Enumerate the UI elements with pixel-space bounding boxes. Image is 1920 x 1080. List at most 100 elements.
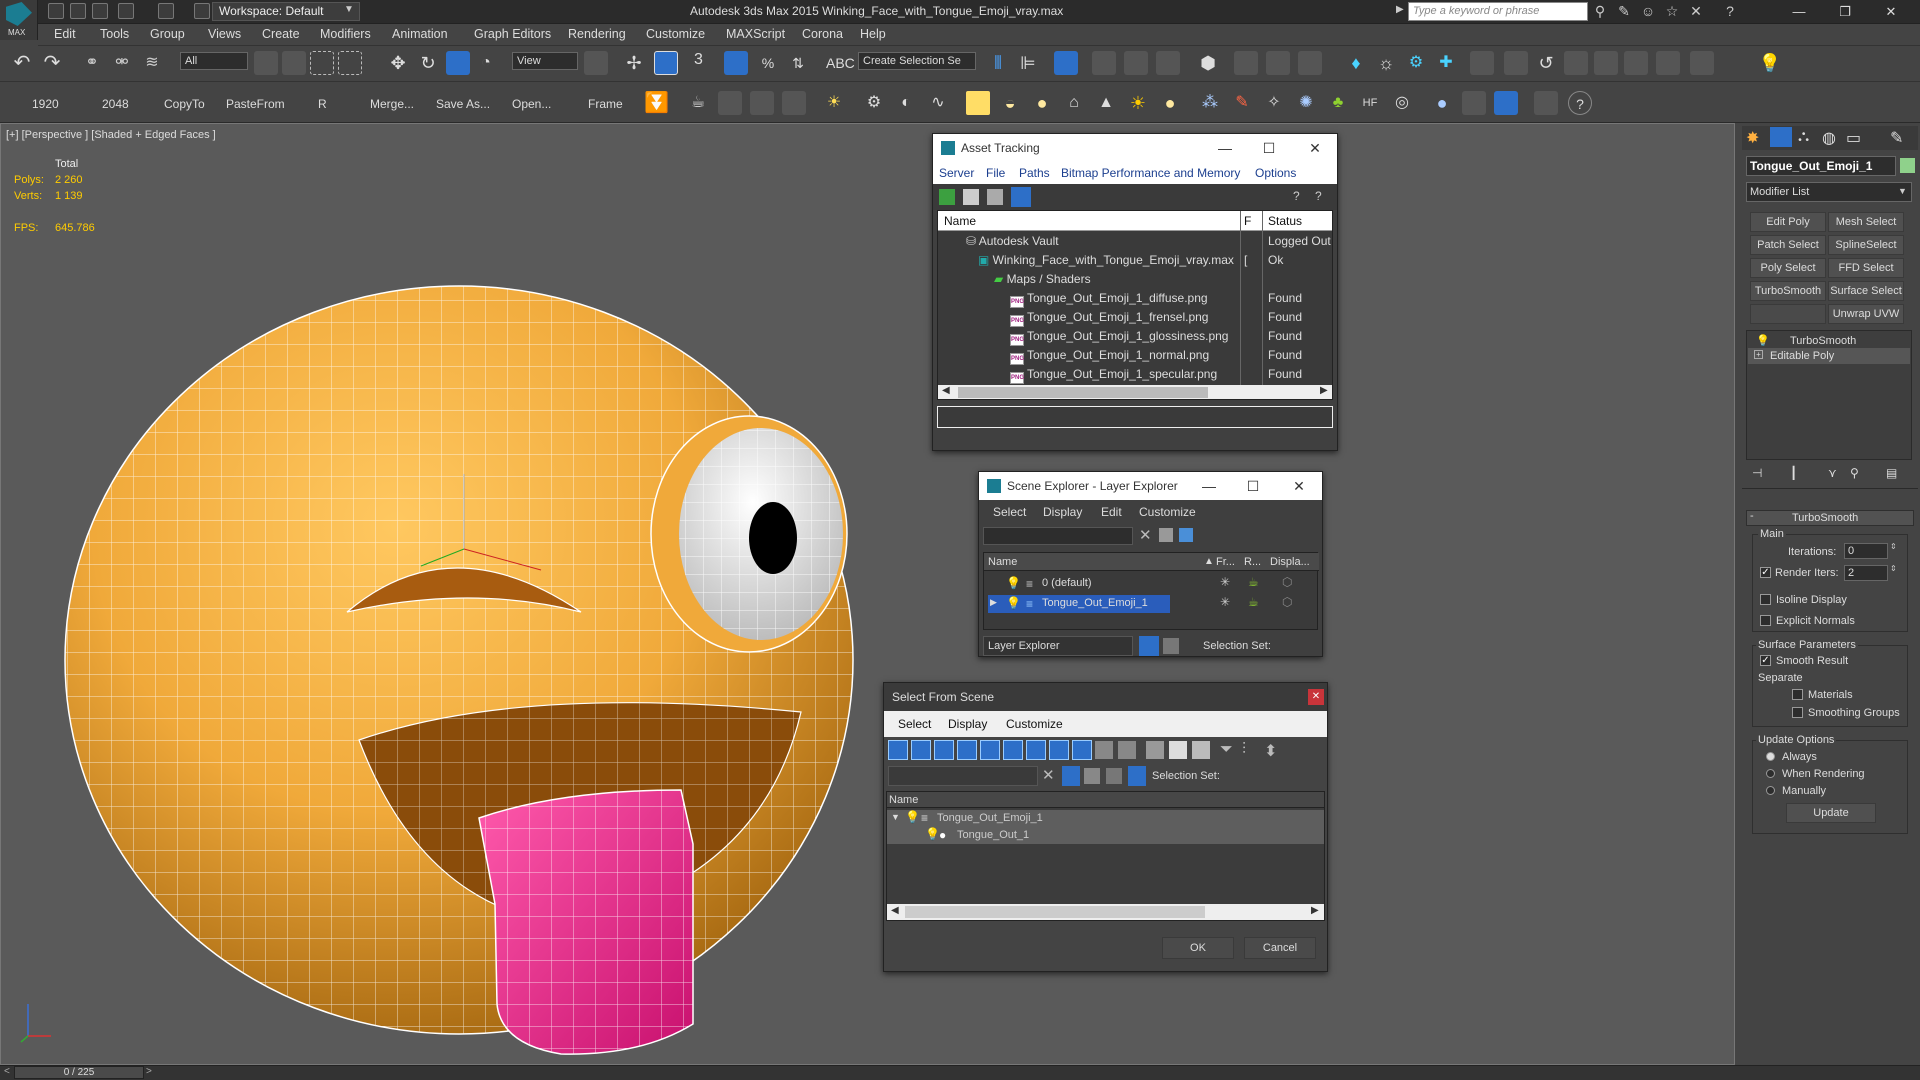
render-iters-spinner[interactable]: 2 — [1844, 565, 1888, 581]
refresh-icon[interactable] — [939, 189, 955, 205]
rect-selection-icon[interactable] — [310, 51, 334, 75]
frozen-filter-icon[interactable] — [1118, 741, 1136, 759]
redo-icon[interactable]: ↷ — [40, 51, 64, 75]
new-icon[interactable] — [48, 3, 64, 19]
frame-buffer-icon[interactable] — [1470, 51, 1494, 75]
unwrap-uvw-button[interactable]: Unwrap UVW — [1828, 304, 1904, 324]
emoji-face-model[interactable] — [64, 285, 854, 1035]
help-icon[interactable]: ? — [1293, 189, 1309, 205]
pivot-icon[interactable] — [584, 51, 608, 75]
horizontal-scrollbar[interactable]: ◀ ▶ — [887, 904, 1324, 920]
horizontal-scrollbar[interactable]: ◀ ▶ — [938, 385, 1332, 399]
select-manipulate-icon[interactable]: ✢ — [622, 51, 646, 75]
modifier-list-dropdown[interactable]: Modifier List — [1746, 182, 1912, 202]
viewport-label[interactable]: [+] [Perspective ] [Shaded + Edged Faces… — [6, 129, 216, 141]
preview-icon[interactable] — [1624, 51, 1648, 75]
menu-create[interactable]: Create — [262, 27, 300, 41]
pastefrom-button[interactable]: PasteFrom — [226, 97, 285, 111]
infinite-plane-icon[interactable]: ✺ — [1294, 91, 1318, 115]
maximize-button[interactable]: ☐ — [1247, 134, 1291, 162]
sun-light-icon[interactable]: ☀ — [1126, 91, 1150, 115]
menu-customize[interactable]: Customize — [646, 27, 705, 41]
emoji-eye-model[interactable] — [650, 415, 848, 653]
layers-icon[interactable] — [1179, 528, 1193, 542]
layer-row[interactable]: 💡 ≡ 0 (default) — [1004, 575, 1314, 593]
bulb-icon[interactable]: 💡 — [1758, 51, 1782, 75]
surface-select-button[interactable]: Surface Select — [1828, 281, 1904, 301]
shell-icon[interactable]: ◎ — [1390, 91, 1414, 115]
column-render[interactable]: R... — [1244, 556, 1261, 568]
scroll-thumb[interactable] — [905, 906, 1205, 918]
ribbon-icon[interactable] — [1092, 51, 1116, 75]
menu-help[interactable]: Help — [860, 27, 886, 41]
plant-icon[interactable]: ♣ — [1326, 91, 1350, 115]
explicit-normals-checkbox[interactable] — [1760, 615, 1771, 626]
close-button[interactable]: ✕ — [1293, 134, 1337, 162]
minimize-button[interactable]: — — [1203, 134, 1247, 162]
copyto-button[interactable]: CopyTo — [164, 97, 205, 111]
freeze-icon[interactable]: ✳ — [1220, 595, 1230, 609]
menu-paths[interactable]: Paths — [1019, 166, 1050, 180]
bind-spacewarp-icon[interactable]: ≋ — [140, 51, 164, 75]
mesh-select-button[interactable]: Mesh Select — [1828, 212, 1904, 232]
image-icon[interactable] — [718, 91, 742, 115]
sphere-light-icon[interactable]: ● — [1030, 91, 1054, 115]
table-row[interactable]: ⛁ Autodesk Vault — [966, 232, 1059, 251]
cameras-filter-icon[interactable] — [957, 740, 977, 760]
render-icon[interactable] — [1298, 51, 1322, 75]
place-icon[interactable]: ◔ — [474, 51, 498, 75]
asset-tracking-titlebar[interactable]: Asset Tracking — ☐ ✕ — [933, 134, 1337, 162]
proxy-icon[interactable] — [1504, 51, 1528, 75]
column-f[interactable]: F — [1244, 214, 1251, 228]
expand-icon[interactable]: + — [1754, 350, 1763, 359]
star-icon[interactable]: ☆ — [1662, 2, 1682, 21]
menu-file[interactable]: File — [986, 166, 1005, 180]
window-crossing-icon[interactable] — [338, 51, 362, 75]
rendered-frame-icon[interactable] — [1266, 51, 1290, 75]
tools-icon[interactable]: ✎ — [1614, 2, 1634, 21]
poly-select-button[interactable]: Poly Select — [1750, 258, 1826, 278]
modify-tab-icon[interactable] — [1770, 127, 1792, 147]
column-status[interactable]: Status — [1268, 214, 1302, 228]
thumbnail-icon[interactable] — [987, 189, 1003, 205]
motion-tab-icon[interactable]: ◍ — [1822, 128, 1836, 148]
column-name[interactable]: Name — [944, 214, 976, 228]
materials-checkbox[interactable] — [1792, 689, 1803, 700]
time-slider-thumb[interactable]: 0 / 225 — [14, 1066, 144, 1079]
gear-icon[interactable]: ⚙ — [862, 91, 886, 115]
merge-button[interactable]: Merge... — [370, 97, 414, 111]
select-from-scene-titlebar[interactable]: Select From Scene ✕ — [884, 683, 1327, 711]
sort-icon[interactable]: ⬍ — [1264, 741, 1277, 761]
camera-icon[interactable]: ⚙ — [1404, 51, 1428, 75]
percent-snap-icon[interactable]: % — [756, 51, 780, 75]
layer-row-selected[interactable]: ▶ 💡 ≡ Tongue_Out_Emoji_1 — [988, 595, 1170, 613]
clear-icon[interactable]: ✕ — [1139, 526, 1152, 544]
menu-edit[interactable]: Edit — [1101, 505, 1122, 519]
render-teapot-icon[interactable]: ☕ — [1248, 575, 1259, 589]
column-freeze[interactable]: Fr... — [1216, 556, 1235, 568]
update-button[interactable]: Update — [1786, 803, 1876, 823]
project-folder-icon[interactable] — [194, 3, 210, 19]
material-icon[interactable] — [1494, 91, 1518, 115]
hf-icon[interactable]: HF — [1358, 91, 1382, 115]
ies-light-icon[interactable]: ⌂ — [1062, 91, 1086, 115]
scroll-thumb[interactable] — [958, 387, 1208, 398]
display-tab-icon[interactable]: ▭ — [1846, 128, 1861, 148]
display-box-icon[interactable]: ⬡ — [1282, 595, 1292, 609]
menu-select[interactable]: Select — [993, 505, 1026, 519]
table-icon[interactable] — [782, 91, 806, 115]
ambient-light-icon[interactable]: ● — [1158, 91, 1182, 115]
sphere-icon[interactable]: ● — [1430, 91, 1454, 115]
restore-button[interactable]: ❐ — [1822, 0, 1868, 24]
help-icon[interactable]: ? — [1568, 91, 1592, 115]
empty-modifier-button[interactable] — [1750, 304, 1826, 324]
edit-named-sets-icon[interactable]: ABC — [826, 51, 855, 75]
menu-display[interactable]: Display — [1043, 505, 1082, 519]
menu-tools[interactable]: Tools — [100, 27, 129, 41]
select-by-name-icon[interactable] — [282, 51, 306, 75]
spinner-snap-icon[interactable]: ⇅ — [786, 51, 810, 75]
table-view-icon[interactable] — [1011, 187, 1031, 207]
preset-2048-button[interactable]: 2048 — [102, 97, 129, 111]
select-none-icon[interactable] — [1169, 741, 1187, 759]
workspace-dropdown[interactable]: Workspace: Default — [212, 2, 360, 21]
